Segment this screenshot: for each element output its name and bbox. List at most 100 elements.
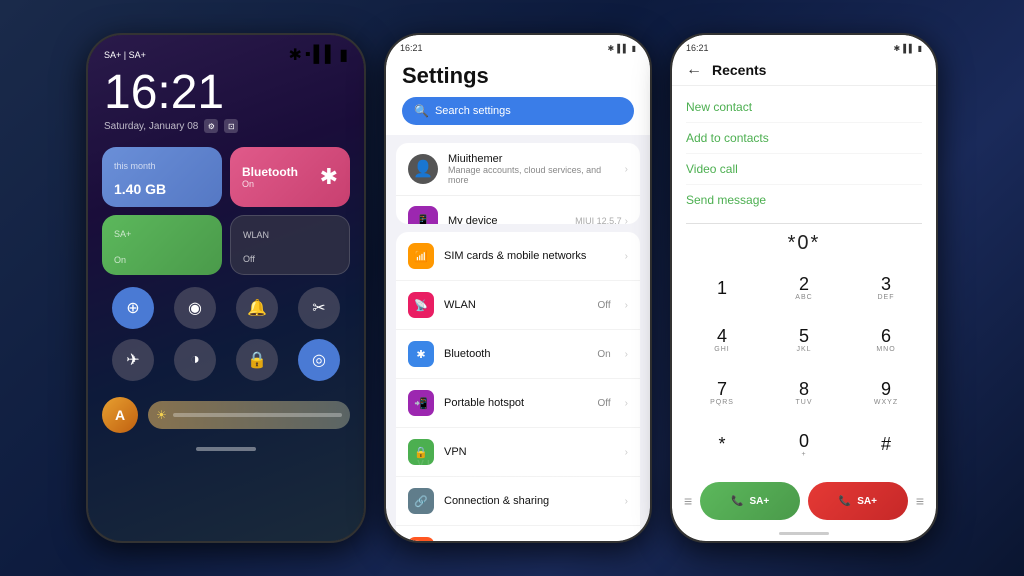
new-contact-btn[interactable]: New contact [686, 92, 922, 123]
settings-search[interactable]: 🔍 Search settings [402, 97, 634, 125]
sa-tile[interactable]: SA+ On [102, 215, 222, 275]
account-avatar: 👤 [413, 159, 433, 179]
p2-header: Settings 🔍 Search settings [386, 57, 650, 135]
setting-bluetooth[interactable]: ✱ Bluetooth On › [396, 330, 640, 379]
key-6[interactable]: 6 MNO [846, 315, 926, 365]
account-name: Miuithemer [448, 153, 615, 165]
airplane-btn[interactable]: ✈ [112, 339, 154, 381]
key-2[interactable]: 2 ABC [764, 263, 844, 313]
p2-status-bar: 16:21 ✱ ▌▌ ▮ [386, 35, 650, 57]
p1-carrier: SA+ | SA+ [104, 50, 146, 60]
sun-icon: ☀ [156, 408, 167, 422]
p1-home-bar [196, 447, 256, 451]
key-hash[interactable]: # [846, 420, 926, 470]
vpn-icon: 🔒 [408, 439, 434, 465]
device-icon-glyph: 📱 [416, 214, 431, 224]
scissors-btn[interactable]: ✂ [298, 287, 340, 329]
key-7[interactable]: 7 PQRS [682, 368, 762, 418]
key-8[interactable]: 8 TUV [764, 368, 844, 418]
dialed-number: *0* [672, 226, 936, 259]
wlan-icon: 📡 [408, 292, 434, 318]
p1-date: Saturday, January 08 ⚙ ⊡ [88, 117, 364, 141]
phone-1: SA+ | SA+ ✱ ▪ ▌▌ ▮ 16:21 Saturday, Janua… [86, 33, 366, 543]
key-9[interactable]: 9 WXYZ [846, 368, 926, 418]
key-3[interactable]: 3 DEF [846, 263, 926, 313]
search-text: Search settings [435, 105, 511, 117]
p3-status-bar: 16:21 ✱ ▌▌ ▮ [672, 35, 936, 57]
setting-sim[interactable]: 📶 SIM cards & mobile networks › [396, 232, 640, 281]
avatar[interactable]: A [102, 397, 138, 433]
settings-icon[interactable]: ⚙ [204, 119, 218, 133]
connection-chevron: › [625, 496, 628, 507]
video-call-btn[interactable]: Video call [686, 154, 922, 185]
key-5[interactable]: 5 JKL [764, 315, 844, 365]
screenshot-icon[interactable]: ⊡ [224, 119, 238, 133]
bt-label: Bluetooth [444, 348, 587, 360]
connection-icon: 🔗 [408, 488, 434, 514]
airdrop-btn[interactable]: ⊕ [112, 287, 154, 329]
account-row[interactable]: 👤 Miuithemer Manage accounts, cloud serv… [396, 143, 640, 196]
setting-hotspot[interactable]: 📲 Portable hotspot Off › [396, 379, 640, 428]
wlan-tile[interactable]: WLAN Off [230, 215, 350, 275]
my-device-row[interactable]: 📱 My device MIUI 12.5.7 › [396, 196, 640, 224]
wlan-label: WLAN [444, 299, 588, 311]
p1-bottom-bar: A ☀ [88, 389, 364, 441]
bt-chevron: › [625, 349, 628, 360]
brightness-slider[interactable]: ☀ [148, 401, 350, 429]
hotspot-value: Off [598, 398, 611, 409]
key-1[interactable]: 1 [682, 263, 762, 313]
wlan-label: WLAN [243, 230, 337, 240]
phone-1-screen: SA+ | SA+ ✱ ▪ ▌▌ ▮ 16:21 Saturday, Janua… [88, 35, 364, 541]
data-value: 1.40 GB [114, 181, 210, 197]
setting-vpn[interactable]: 🔒 VPN › [396, 428, 640, 477]
setting-wallpaper[interactable]: 🎨 Wallpaper & personalization › [396, 526, 640, 541]
bt-label: Bluetooth [242, 165, 298, 179]
p1-status-bar: SA+ | SA+ ✱ ▪ ▌▌ ▮ [88, 35, 364, 69]
p3-time: 16:21 [686, 43, 709, 53]
p3-home-bar [779, 532, 829, 535]
account-text: Miuithemer Manage accounts, cloud servic… [448, 153, 615, 185]
key-4[interactable]: 4 GHI [682, 315, 762, 365]
call-label-2: SA+ [857, 496, 877, 507]
bt-status: On [242, 179, 298, 189]
wlan-value: Off [598, 300, 611, 311]
p1-date-text: Saturday, January 08 [104, 121, 198, 132]
bt-value: On [597, 349, 610, 360]
data-tile[interactable]: this month 1.40 GB [102, 147, 222, 207]
setting-wlan[interactable]: 📡 WLAN Off › [396, 281, 640, 330]
bt-info: Bluetooth On [242, 165, 298, 189]
phone-2: 16:21 ✱ ▌▌ ▮ Settings 🔍 Search settings … [384, 33, 652, 543]
p3-signal-icon: ▌▌ [903, 44, 914, 53]
sim-label: SIM cards & mobile networks [444, 250, 615, 262]
send-message-btn[interactable]: Send message [686, 185, 922, 215]
back-button[interactable]: ← [686, 61, 702, 79]
nfc-btn[interactable]: ◎ [298, 339, 340, 381]
my-device-icon: 📱 [408, 206, 438, 224]
setting-connection[interactable]: 🔗 Connection & sharing › [396, 477, 640, 526]
call-btn-2[interactable]: 📞 SA+ [808, 482, 908, 520]
bell-btn[interactable]: 🔔 [236, 287, 278, 329]
bluetooth-tile[interactable]: Bluetooth On ✱ [230, 147, 350, 207]
connection-label: Connection & sharing [444, 495, 615, 507]
signal-icon: ▌▌ [314, 46, 337, 64]
battery-icon: ▮ [339, 45, 348, 65]
key-0[interactable]: 0 + [764, 420, 844, 470]
vpn-chevron: › [625, 447, 628, 458]
p1-status-icons: ✱ ▪ ▌▌ ▮ [288, 45, 348, 65]
location-btn[interactable]: ◉ [174, 287, 216, 329]
hotspot-label: Portable hotspot [444, 397, 588, 409]
dial-bar: ≡ 📞 SA+ 📞 SA+ ≡ [672, 474, 936, 528]
call-icon-1: 📞 [731, 496, 743, 507]
add-to-contacts-btn[interactable]: Add to contacts [686, 123, 922, 154]
p3-divider [686, 223, 922, 224]
brightness-btn[interactable]: ◑ [174, 339, 216, 381]
call-btn-1[interactable]: 📞 SA+ [700, 482, 800, 520]
call-label-1: SA+ [749, 496, 769, 507]
sa-status: On [114, 255, 210, 265]
p2-time: 16:21 [400, 43, 423, 53]
p1-tiles: this month 1.40 GB Bluetooth On ✱ SA+ On… [88, 141, 364, 281]
key-star[interactable]: * [682, 420, 762, 470]
phone-3-screen: 16:21 ✱ ▌▌ ▮ ← Recents New contact Add t… [672, 35, 936, 541]
lock-btn[interactable]: 🔒 [236, 339, 278, 381]
wifi-status-icon: ▪ [305, 46, 311, 64]
